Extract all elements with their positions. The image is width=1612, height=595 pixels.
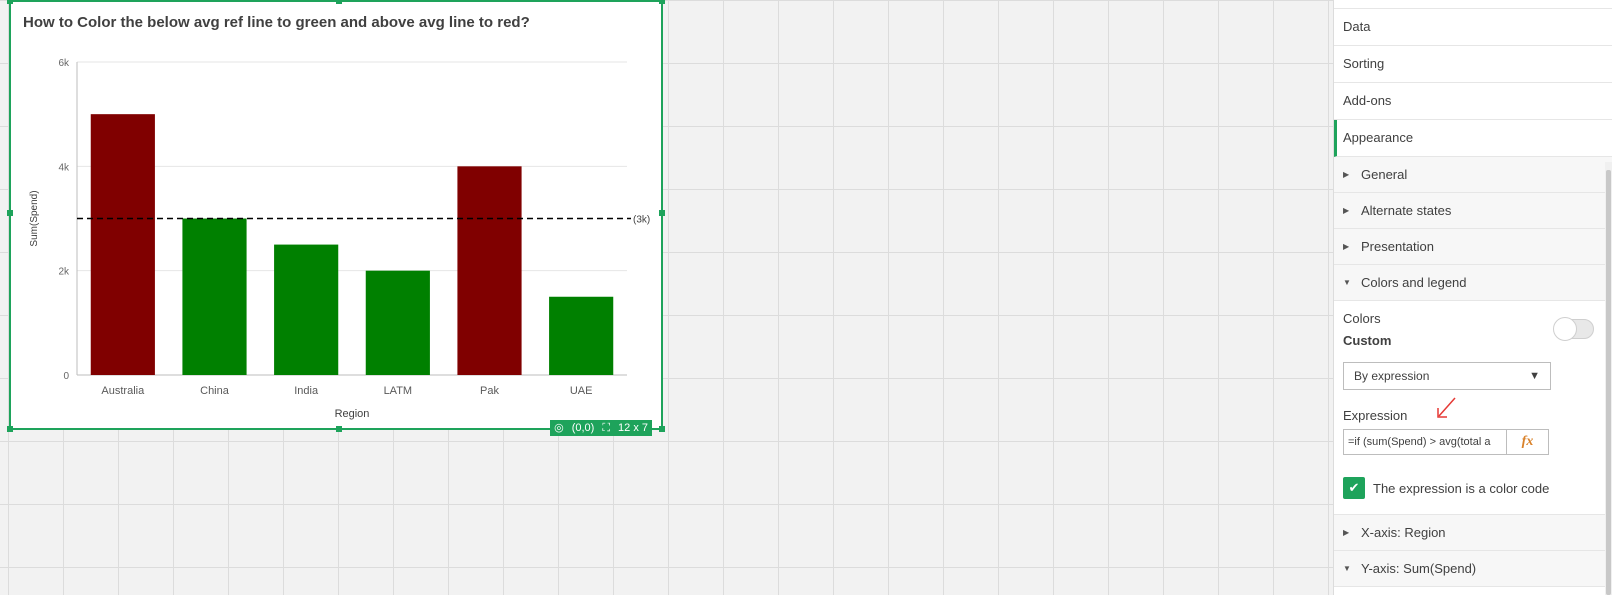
expression-editor-button[interactable]: fx (1507, 429, 1549, 455)
position-label: (0,0) (571, 422, 595, 434)
toggle-knob (1553, 317, 1577, 341)
tab-add-ons[interactable]: Add-ons (1334, 83, 1612, 120)
bottom-sections: ▶ X-axis: Region ▼ Y-axis: Sum(Spend) (1334, 514, 1605, 587)
expression-input[interactable] (1343, 429, 1507, 455)
position-icon: ◎ (554, 422, 564, 434)
color-code-checkbox-row[interactable]: ✔ The expression is a color code (1343, 477, 1603, 499)
x-tick-label: Australia (101, 385, 145, 397)
panel-top-spacer (1334, 0, 1612, 9)
caret-right-icon: ▶ (1343, 242, 1350, 251)
dropdown-value: By expression (1354, 369, 1430, 383)
tab-appearance[interactable]: Appearance (1334, 120, 1612, 157)
panel-scrollbar-thumb[interactable] (1606, 170, 1611, 595)
checkbox-label: The expression is a color code (1373, 480, 1550, 496)
tab-label: Add-ons (1343, 93, 1392, 108)
caret-right-icon: ▶ (1343, 170, 1350, 179)
bar (182, 218, 247, 375)
section-label: Presentation (1361, 239, 1434, 254)
expression-label: Expression (1343, 397, 1603, 423)
y-tick-label: 4k (58, 162, 70, 173)
tab-label: Data (1343, 19, 1371, 34)
reference-line-label: (3k) (633, 215, 650, 226)
auto-colors-toggle[interactable] (1553, 317, 1594, 341)
bar (90, 114, 155, 376)
checkmark-icon: ✔ (1348, 480, 1360, 495)
caret-right-icon: ▶ (1343, 206, 1350, 215)
y-tick-label: 6k (58, 58, 70, 69)
x-tick-label: India (294, 385, 319, 397)
caret-right-icon: ▶ (1343, 528, 1350, 537)
y-axis-title: Sum(Spend) (29, 190, 40, 246)
size-icon: ⛶ (602, 422, 611, 434)
bar-chart: 0 2k 4k 6k Australia China India LATM Pak UAE (3k)… (29, 58, 650, 420)
section-x-axis[interactable]: ▶ X-axis: Region (1334, 514, 1605, 551)
chart-object[interactable]: How to Color the below avg ref line to g… (7, 0, 665, 436)
red-arrow-annotation-icon (1437, 397, 1456, 418)
section-label: X-axis: Region (1361, 525, 1446, 540)
tab-label: Sorting (1343, 56, 1385, 71)
fx-icon: fx (1521, 434, 1534, 449)
x-axis-title: Region (335, 408, 370, 420)
bar (457, 166, 522, 375)
x-tick-label: LATM (384, 385, 413, 397)
section-label: General (1361, 167, 1408, 182)
section-general[interactable]: ▶ General (1334, 157, 1612, 193)
colors-settings: Colors Custom By expression ▼ Expression… (1334, 301, 1612, 499)
x-tick-label: UAE (570, 385, 593, 397)
tab-data[interactable]: Data (1334, 9, 1612, 46)
size-label: 12 x 7 (618, 422, 648, 434)
x-tick-label: China (200, 385, 230, 397)
section-label: Alternate states (1361, 203, 1452, 218)
tab-sorting[interactable]: Sorting (1334, 46, 1612, 83)
bar (365, 270, 430, 375)
chevron-down-icon: ▼ (1529, 370, 1540, 382)
section-label: Y-axis: Sum(Spend) (1361, 561, 1477, 576)
expression-label-text: Expression (1343, 408, 1408, 423)
object-position-badge: ◎ (0,0) ⛶ 12 x 7 (550, 420, 652, 436)
bar (274, 244, 339, 375)
x-tick-label: Pak (480, 385, 499, 397)
section-colors-and-legend[interactable]: ▼ Colors and legend (1334, 265, 1612, 301)
section-label: Colors and legend (1361, 275, 1467, 290)
caret-down-icon: ▼ (1343, 564, 1351, 573)
section-y-axis[interactable]: ▼ Y-axis: Sum(Spend) (1334, 551, 1605, 587)
y-tick-label: 2k (58, 267, 70, 278)
color-mode-dropdown[interactable]: By expression ▼ (1343, 362, 1551, 390)
properties-panel: Data Sorting Add-ons Appearance ▶ General… (1333, 0, 1612, 595)
bar (549, 296, 614, 375)
y-tick-label: 0 (63, 371, 69, 382)
color-code-checkbox[interactable]: ✔ (1343, 477, 1365, 499)
expression-row: fx (1343, 429, 1549, 455)
section-alternate-states[interactable]: ▶ Alternate states (1334, 193, 1612, 229)
section-presentation[interactable]: ▶ Presentation (1334, 229, 1612, 265)
tab-label: Appearance (1343, 130, 1414, 145)
caret-down-icon: ▼ (1343, 278, 1351, 287)
